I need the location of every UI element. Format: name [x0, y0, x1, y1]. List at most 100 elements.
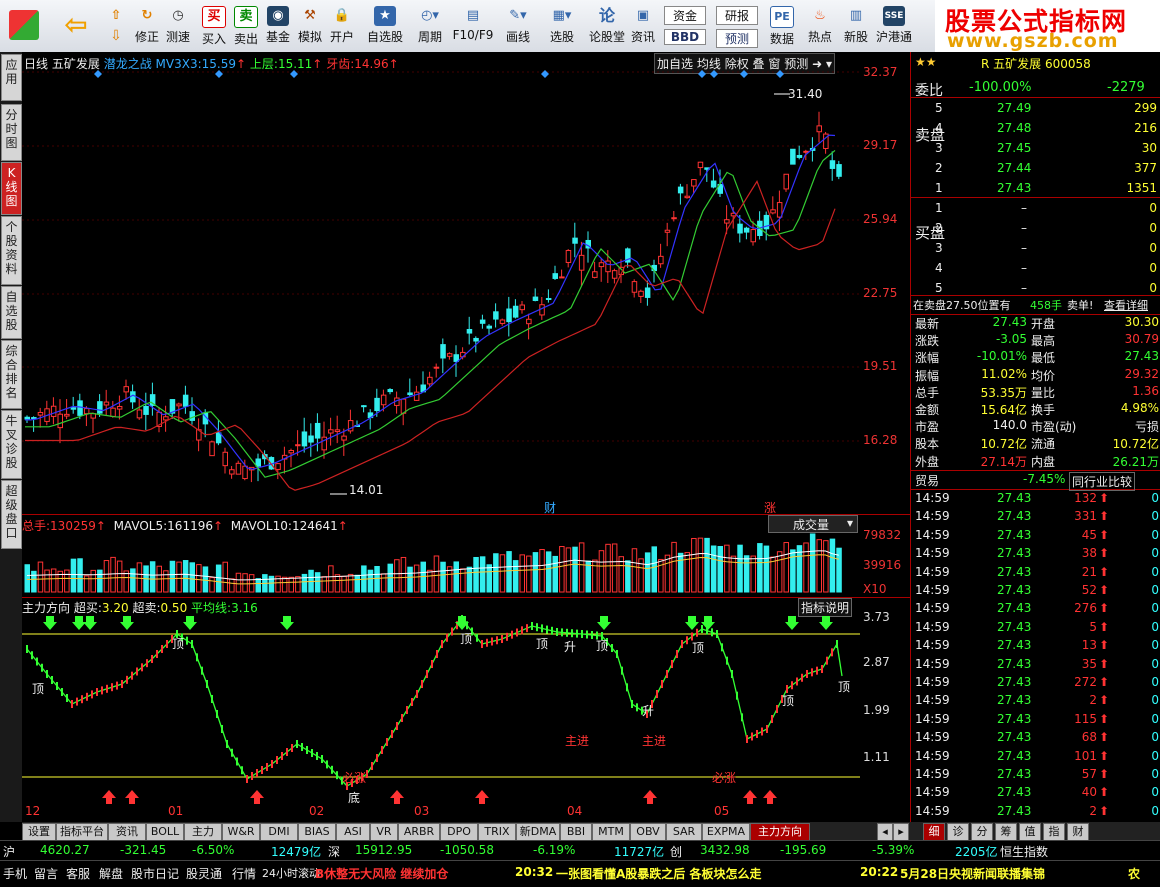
- sell-order-row[interactable]: 1 27.43 1351: [911, 180, 1160, 198]
- cy-index-value[interactable]: 3432.98: [700, 843, 750, 857]
- tick-row[interactable]: 14:59 27.43 68 ⬆ 0: [911, 729, 1160, 747]
- panel-tab[interactable]: 指: [1043, 823, 1065, 841]
- tick-row[interactable]: 14:59 27.43 35 ⬆ 0: [911, 656, 1160, 674]
- indicator-tab[interactable]: DMI: [260, 823, 298, 841]
- hs-index-label[interactable]: 恒生指数: [1000, 843, 1048, 860]
- indicator-tab[interactable]: EXPMA: [702, 823, 750, 841]
- indicator-tab[interactable]: 指标平台: [56, 823, 108, 841]
- indicator-tab[interactable]: BIAS: [298, 823, 336, 841]
- simulate-button[interactable]: ⚒ 模拟: [296, 4, 324, 50]
- stock-select-button[interactable]: ▦▾ 选股: [542, 4, 582, 50]
- volume-chart[interactable]: [22, 530, 860, 594]
- tick-row[interactable]: 14:59 27.43 13 ⬆ 0: [911, 637, 1160, 655]
- buy-order-row[interactable]: 1–0: [911, 200, 1160, 218]
- indicator-tab[interactable]: W&R: [222, 823, 260, 841]
- indicator-tab[interactable]: 新DMA: [516, 823, 560, 841]
- back-button[interactable]: ⇦: [56, 4, 96, 50]
- view-details-link[interactable]: 查看详细: [1104, 297, 1148, 313]
- indicator-name[interactable]: 潜龙之战: [104, 57, 152, 71]
- indicator-tab[interactable]: ASI: [336, 823, 370, 841]
- forecast-label[interactable]: 预测: [716, 29, 758, 48]
- speed-test-button[interactable]: ◷ 测速: [163, 4, 193, 50]
- news-item[interactable]: 5月28日央视新闻联播集锦: [900, 865, 1045, 882]
- stat-row[interactable]: 金额 15.64亿 换手 4.98%: [911, 400, 1160, 418]
- stat-row[interactable]: 市盈 140.0 市盈(动) 亏损: [911, 417, 1160, 435]
- stat-row[interactable]: 外盘 27.14万 内盘 26.21万: [911, 452, 1160, 470]
- news-item[interactable]: B休整无大风险 继续加仓: [315, 865, 448, 882]
- sell-order-row[interactable]: 5 27.49 299: [911, 100, 1160, 118]
- exright-button[interactable]: 除权: [725, 57, 749, 71]
- status-bar-item[interactable]: 24小时滚动: [262, 865, 320, 881]
- overlay-button[interactable]: 叠: [753, 57, 765, 71]
- status-bar-item[interactable]: 解盘: [99, 865, 123, 882]
- indicator-tab[interactable]: 主力方向: [750, 823, 810, 841]
- indicator-tab[interactable]: SAR: [666, 823, 702, 841]
- indicator-tab[interactable]: BOLL: [146, 823, 184, 841]
- open-account-button[interactable]: 🔒 开户: [328, 4, 356, 50]
- watchlist-button[interactable]: ★ 自选股: [364, 4, 406, 50]
- sell-order-row[interactable]: 2 27.44 377: [911, 160, 1160, 178]
- chevron-down-icon[interactable]: ▾: [826, 57, 832, 71]
- hk-connect-button[interactable]: SSE 沪港通: [874, 4, 914, 50]
- period-button[interactable]: ◴▾ 周期: [410, 4, 450, 50]
- buy-order-row[interactable]: 3–0: [911, 240, 1160, 258]
- new-stock-button[interactable]: ▥ 新股: [840, 4, 872, 50]
- indicator-tab[interactable]: DPO: [440, 823, 478, 841]
- tick-row[interactable]: 14:59 27.43 331 ⬆ 0: [911, 508, 1160, 526]
- vtab-apps[interactable]: 应用: [1, 54, 22, 101]
- tick-row[interactable]: 14:59 27.43 2 ⬆ 0: [911, 692, 1160, 710]
- tick-row[interactable]: 14:59 27.43 45 ⬆ 0: [911, 527, 1160, 545]
- info-button[interactable]: ▣ 资讯: [628, 4, 658, 50]
- status-bar-item[interactable]: 留言: [34, 865, 58, 882]
- vtab-timeshare[interactable]: 分时图: [1, 104, 22, 161]
- indicator-tab[interactable]: VR: [370, 823, 398, 841]
- data-button[interactable]: PE 数据: [766, 4, 798, 50]
- stat-row[interactable]: 总手 53.35万 量比 1.36: [911, 383, 1160, 401]
- arrow-right-icon[interactable]: ➜: [812, 57, 822, 71]
- tick-row[interactable]: 14:59 27.43 132 ⬆ 0: [911, 490, 1160, 508]
- buy-order-row[interactable]: 4–0: [911, 260, 1160, 278]
- modify-button[interactable]: ↻ 修正: [132, 4, 162, 50]
- candlestick-chart[interactable]: [22, 70, 860, 512]
- fund-button[interactable]: ◉ 基金: [264, 4, 292, 50]
- industry-compare-button[interactable]: 同行业比较: [1069, 472, 1136, 491]
- tick-row[interactable]: 14:59 27.43 115 ⬆ 0: [911, 711, 1160, 729]
- panel-tab[interactable]: 财: [1067, 823, 1089, 841]
- status-bar-item[interactable]: 手机: [3, 865, 27, 882]
- tick-row[interactable]: 14:59 27.43 52 ⬆ 0: [911, 582, 1160, 600]
- stat-row[interactable]: 涨幅 -10.01% 最低 27.43: [911, 348, 1160, 366]
- indicator-tab[interactable]: OBV: [630, 823, 666, 841]
- vtab-super-quote[interactable]: 超级盘口: [1, 480, 22, 549]
- tab-next-icon[interactable]: ▸: [893, 823, 909, 841]
- funds-button[interactable]: 资金 BBD: [662, 4, 708, 50]
- status-bar-item[interactable]: 行情: [232, 865, 256, 882]
- tick-row[interactable]: 14:59 27.43 2 ⬆ 0: [911, 803, 1160, 821]
- stat-row[interactable]: 股本 10.72亿 流通 10.72亿: [911, 434, 1160, 452]
- indicator-tab[interactable]: TRIX: [478, 823, 516, 841]
- panel-tab[interactable]: 分: [971, 823, 993, 841]
- indicator-tab[interactable]: 资讯: [108, 823, 146, 841]
- big-order-notice[interactable]: 在卖盘27.50位置有 458手 卖单! 查看详细: [911, 295, 1160, 315]
- hot-button[interactable]: ♨ 热点: [804, 4, 836, 50]
- stat-row[interactable]: 涨跌 -3.05 最高 30.79: [911, 331, 1160, 349]
- sell-button[interactable]: 卖 卖出: [232, 4, 260, 50]
- research-button[interactable]: 研报 预测: [714, 4, 760, 50]
- tick-row[interactable]: 14:59 27.43 40 ⬆ 0: [911, 784, 1160, 802]
- draw-line-button[interactable]: ✎▾ 画线: [498, 4, 538, 50]
- vtab-kline[interactable]: K线图: [1, 162, 22, 215]
- status-bar-item[interactable]: 股市日记: [131, 865, 179, 882]
- buy-order-row[interactable]: 2–0: [911, 220, 1160, 238]
- panel-tab[interactable]: 细: [923, 823, 945, 841]
- panel-tab[interactable]: 诊: [947, 823, 969, 841]
- star-icon[interactable]: ★★: [915, 55, 937, 69]
- sell-order-row[interactable]: 3 27.45 30: [911, 140, 1160, 158]
- news-item[interactable]: 一张图看懂A股暴跌之后 各板块怎么走: [556, 865, 761, 882]
- tick-row[interactable]: 14:59 27.43 101 ⬆ 0: [911, 748, 1160, 766]
- tick-row[interactable]: 14:59 27.43 57 ⬆ 0: [911, 766, 1160, 784]
- period-label[interactable]: 日线: [24, 57, 48, 71]
- tick-row[interactable]: 14:59 27.43 5 ⬆ 0: [911, 619, 1160, 637]
- f10-button[interactable]: ▤ F10/F9: [452, 4, 494, 50]
- indicator-tab[interactable]: 设置: [22, 823, 56, 841]
- logo-button[interactable]: [4, 4, 44, 50]
- forecast-button[interactable]: 预测: [784, 57, 808, 71]
